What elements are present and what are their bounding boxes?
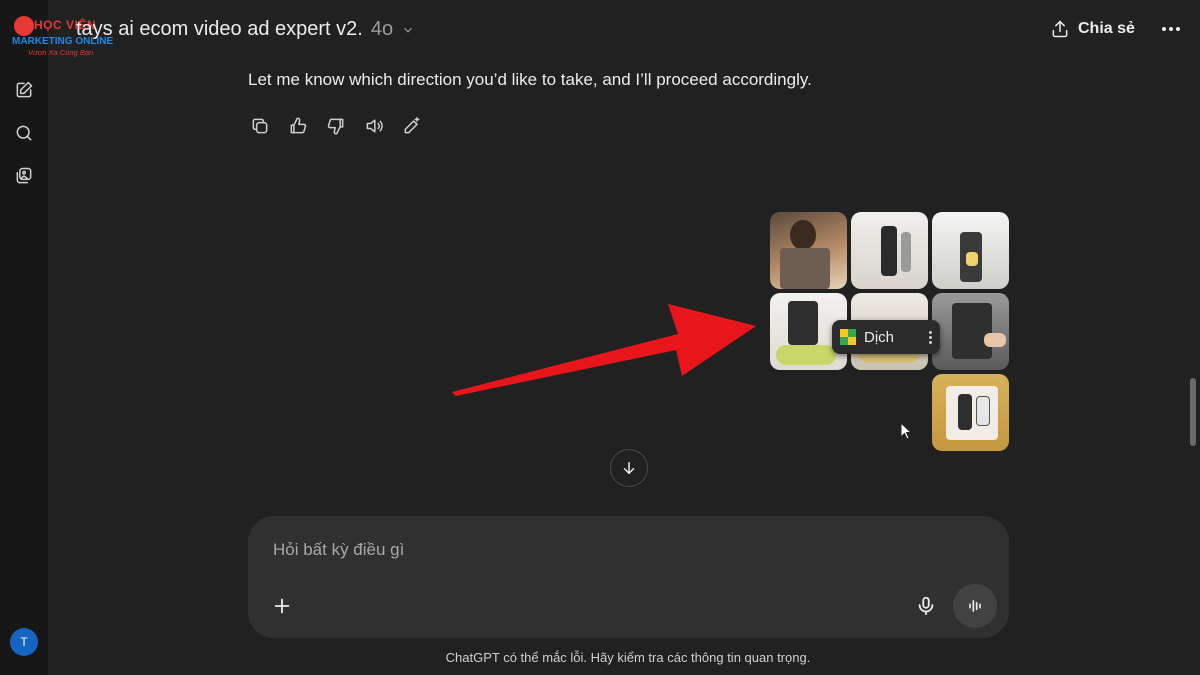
thumbs-down-button[interactable] [324,114,348,138]
logo-tagline: Vươn Xa Cùng Bạn [28,48,94,57]
dot [1169,27,1173,31]
image-thumbnail[interactable] [932,293,1009,370]
pencil-sparkle-icon [404,116,420,134]
plus-icon [274,598,290,614]
gpt-name: tays ai ecom video ad expert v2. [76,18,363,40]
voice-mode-button[interactable] [953,584,997,628]
dot [1162,27,1166,31]
share-label: Chia sẻ [1078,20,1135,37]
read-aloud-button[interactable] [362,114,386,138]
translate-label: Dịch [864,328,895,346]
thumbs-up-button[interactable] [286,114,310,138]
attach-button[interactable] [268,592,296,620]
chevron-down-icon [404,27,412,33]
translate-popup[interactable]: Dịch [832,320,940,354]
new-chat-button[interactable] [12,78,36,102]
dictate-button[interactable] [912,592,940,620]
image-thumbnail[interactable] [932,374,1009,451]
library-button[interactable] [12,164,36,188]
microphone-icon [918,596,934,616]
composer-input[interactable]: Hỏi bất kỳ điều gì [273,540,404,560]
share-button[interactable]: Chia sẻ [1050,16,1135,42]
thumbs-up-icon [290,117,307,134]
disclaimer-text: ChatGPT có thể mắc lỗi. Hãy kiểm tra các… [445,650,811,665]
thumbs-down-icon [327,118,344,135]
scrollbar-thumb[interactable] [1190,378,1196,446]
edit-in-canvas-button[interactable] [400,114,424,138]
message-composer: Hỏi bất kỳ điều gì [248,516,1009,638]
translate-icon [840,329,856,345]
image-thumbnail[interactable] [851,212,928,289]
more-options-button[interactable] [1158,18,1184,40]
red-arrow-annotation [452,304,756,396]
assistant-message: Let me know which direction you’d like t… [248,70,812,89]
share-icon [1052,20,1068,38]
mouse-cursor-icon [900,422,913,440]
image-thumbnail[interactable] [770,212,847,289]
kebab-menu-icon[interactable] [929,330,932,344]
gpt-selector[interactable]: tays ai ecom video ad expert v2. 4o [76,18,415,41]
dot [1176,27,1180,31]
sidebar: T [0,0,48,675]
search-icon [16,125,32,141]
search-chats-button[interactable] [12,121,36,145]
scroll-to-bottom-button[interactable] [610,449,648,487]
image-thumbnail[interactable] [932,212,1009,289]
model-name: 4o [370,18,394,40]
logo-mark-icon [14,16,34,36]
waveform-icon [969,600,981,612]
edit-icon [16,81,33,98]
copy-button[interactable] [248,114,272,138]
message-actions [248,114,424,138]
gallery-icon [16,167,32,184]
copy-icon [252,118,268,134]
arrow-down-icon [623,462,635,474]
speaker-icon [366,119,383,133]
